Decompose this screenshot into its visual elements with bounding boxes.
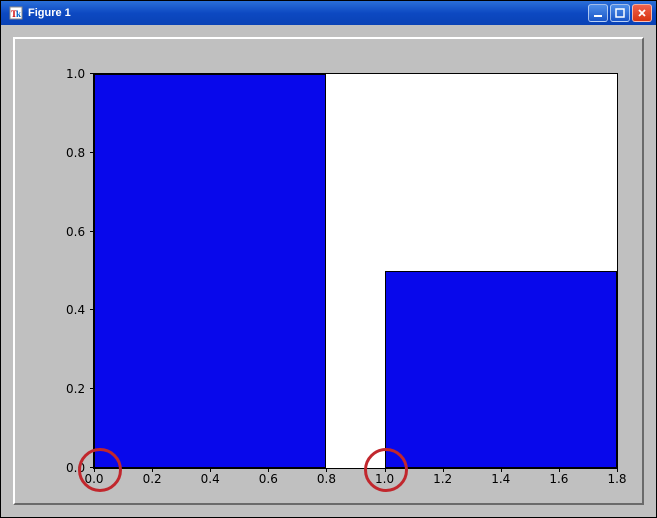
y-tick-label: 0.0	[66, 461, 85, 475]
maximize-button[interactable]	[610, 4, 630, 22]
x-tick-label: 1.0	[375, 472, 394, 486]
minimize-button[interactable]	[588, 4, 608, 22]
window-controls	[588, 4, 652, 22]
y-tick-label: 0.8	[66, 146, 85, 160]
x-tick-label: 0.8	[317, 472, 336, 486]
x-tick-label: 0.6	[259, 472, 278, 486]
y-tickmark	[90, 152, 94, 153]
y-tickmark	[90, 467, 94, 468]
x-tick-label: 1.6	[549, 472, 568, 486]
x-tick-label: 1.8	[607, 472, 626, 486]
close-button[interactable]	[632, 4, 652, 22]
y-tickmark	[90, 309, 94, 310]
y-tick-label: 0.2	[66, 382, 85, 396]
bar-0	[94, 74, 326, 468]
figure-client-area: 0.0 0.2 0.4 0.6 0.8 1.0 1.2 1.4 1.6 1.8 0.0 0.2 0.4 0…	[1, 25, 656, 517]
x-tick-label: 0.2	[143, 472, 162, 486]
tk-icon: T k	[9, 6, 23, 20]
window-titlebar[interactable]: T k Figure 1	[1, 1, 656, 25]
y-tick-label: 0.6	[66, 225, 85, 239]
x-tick-label: 1.2	[433, 472, 452, 486]
x-tick-label: 1.4	[491, 472, 510, 486]
figure-window: T k Figure 1 0.0 0.2 0.4 0.6 0.8 1.0 1.2 1.4 1.6…	[0, 0, 657, 518]
y-tickmark	[90, 73, 94, 74]
y-tick-label: 0.4	[66, 303, 85, 317]
x-tick-label: 0.4	[201, 472, 220, 486]
y-tick-label: 1.0	[66, 67, 85, 81]
y-tickmark	[90, 388, 94, 389]
y-tickmark	[90, 231, 94, 232]
bar-1	[385, 271, 617, 468]
x-tick-label: 0.0	[84, 472, 103, 486]
svg-text:k: k	[16, 9, 21, 19]
figure-frame: 0.0 0.2 0.4 0.6 0.8 1.0 1.2 1.4 1.6 1.8 0.0 0.2 0.4 0…	[13, 37, 644, 505]
plot-axes: 0.00.20.40.60.81.01.21.41.61.80.00.20.40…	[93, 73, 618, 469]
window-title: Figure 1	[28, 7, 588, 19]
